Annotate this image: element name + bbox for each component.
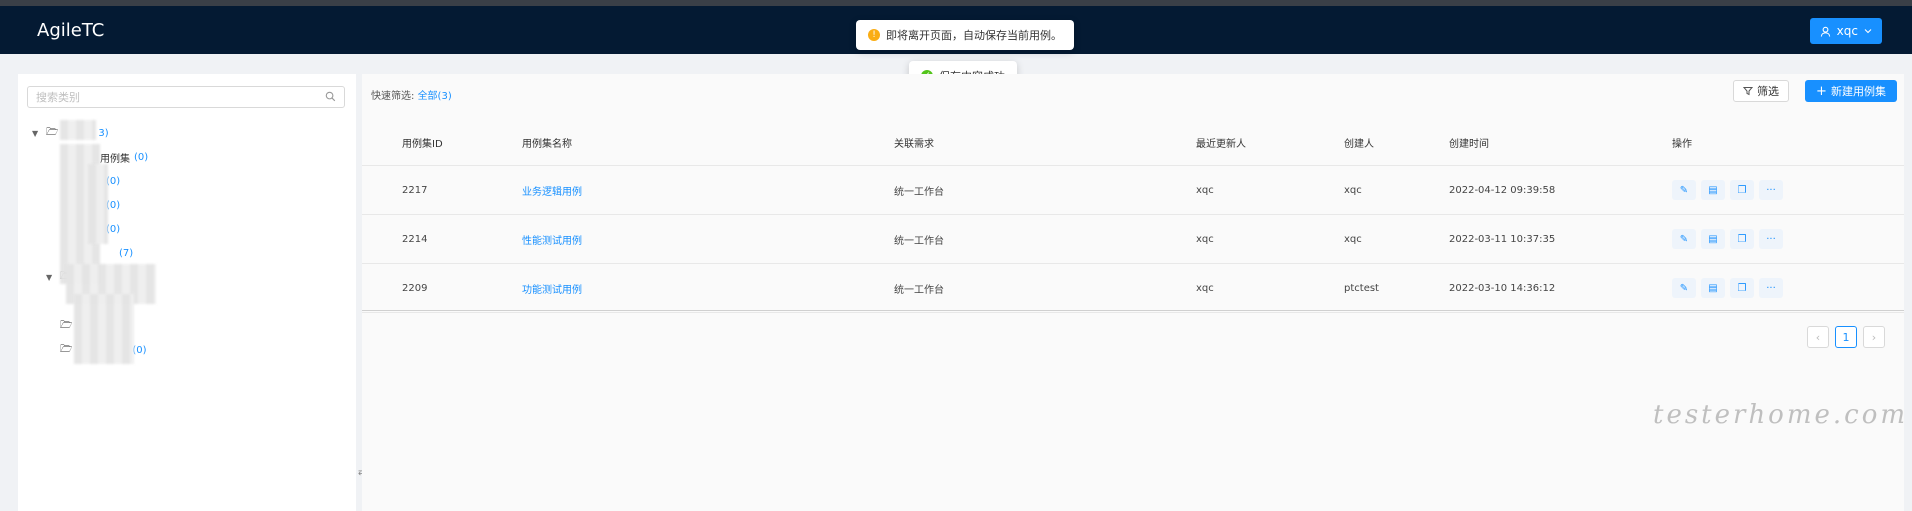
folder-icon: 🗁 — [46, 126, 59, 138]
category-tree: ▼ 🗁 3) 用例集 (0) (0) (0) (0) (7) ▼ 🗁 🗁 � — [18, 74, 356, 511]
cell-created: 2022-04-12 09:39:58 — [1449, 184, 1556, 196]
app-logo[interactable]: AgileTC — [37, 20, 104, 41]
cell-creator: xqc — [1344, 233, 1362, 245]
table-row: 2217 业务逻辑用例 统一工作台 xqc xqc 2022-04-12 09:… — [362, 166, 1904, 215]
column-header-name: 用例集名称 — [522, 139, 572, 150]
next-page-button[interactable]: › — [1863, 326, 1885, 348]
new-case-set-button[interactable]: + 新建用例集 — [1805, 80, 1897, 102]
folder-icon: 🗁 — [60, 343, 73, 355]
document-icon[interactable]: ▤ — [1701, 180, 1725, 200]
row-actions: ✎ ▤ ❐ ··· — [1672, 215, 1783, 263]
edit-icon[interactable]: ✎ — [1672, 229, 1696, 249]
prev-page-button[interactable]: ‹ — [1807, 326, 1829, 348]
chevron-down-icon — [1864, 29, 1872, 34]
cell-id: 2214 — [402, 233, 428, 245]
tree-node-1[interactable]: 用例集 (0) — [100, 149, 148, 165]
column-header-creator: 创建人 — [1344, 139, 1374, 150]
cell-created: 2022-03-10 14:36:12 — [1449, 282, 1556, 294]
tree-node-folder-a[interactable]: 🗁 — [60, 318, 72, 334]
user-name: xqc — [1836, 24, 1858, 38]
tree-node-3[interactable]: (0) — [106, 197, 120, 213]
column-header-actions: 操作 — [1672, 139, 1692, 150]
cell-creator: ptctest — [1344, 282, 1379, 294]
page-1-button[interactable]: 1 — [1835, 326, 1857, 348]
row-actions: ✎ ▤ ❐ ··· — [1672, 166, 1783, 214]
column-header-id: 用例集ID — [402, 139, 443, 150]
table-row: 2214 性能测试用例 统一工作台 xqc xqc 2022-03-11 10:… — [362, 215, 1904, 264]
more-icon[interactable]: ··· — [1759, 229, 1783, 249]
edit-icon[interactable]: ✎ — [1672, 278, 1696, 298]
tree-node-4[interactable]: (0) — [106, 221, 120, 237]
document-icon[interactable]: ▤ — [1701, 229, 1725, 249]
warning-toast-text: 即将离开页面，自动保存当前用例。 — [886, 29, 1062, 42]
caret-down-icon[interactable]: ▼ — [46, 273, 56, 282]
warning-icon: ! — [868, 29, 880, 41]
plus-icon: + — [1816, 83, 1827, 99]
redacted-block — [60, 120, 96, 140]
filter-button[interactable]: 筛选 — [1733, 80, 1789, 102]
quick-filter-all[interactable]: 全部(3) — [418, 91, 452, 102]
column-header-created: 创建时间 — [1449, 139, 1489, 150]
cell-id: 2209 — [402, 282, 428, 294]
tree-node-5[interactable]: (7) — [119, 245, 133, 261]
cell-updater: xqc — [1196, 184, 1214, 196]
row-actions: ✎ ▤ ❐ ··· — [1672, 264, 1783, 312]
warning-toast: ! 即将离开页面，自动保存当前用例。 — [856, 20, 1074, 50]
category-sidebar: ▼ 🗁 3) 用例集 (0) (0) (0) (0) (7) ▼ 🗁 🗁 � — [18, 74, 356, 511]
filter-icon — [1743, 87, 1753, 96]
cell-created: 2022-03-11 10:37:35 — [1449, 233, 1556, 245]
folder-icon: 🗁 — [60, 319, 73, 331]
tree-node-2[interactable]: (0) — [106, 173, 120, 189]
table-row: 2209 功能测试用例 统一工作台 xqc ptctest 2022-03-10… — [362, 264, 1904, 313]
case-set-name-link[interactable]: 功能测试用例 — [522, 264, 582, 312]
edit-icon[interactable]: ✎ — [1672, 180, 1696, 200]
watermark: testerhome.com — [1653, 400, 1909, 430]
table-header: 用例集ID 用例集名称 关联需求 最近更新人 创建人 创建时间 操作 — [362, 120, 1904, 166]
redacted-block — [88, 164, 108, 244]
more-icon[interactable]: ··· — [1759, 180, 1783, 200]
column-header-requirement: 关联需求 — [894, 139, 934, 150]
copy-icon[interactable]: ❐ — [1730, 180, 1754, 200]
document-icon[interactable]: ▤ — [1701, 278, 1725, 298]
copy-icon[interactable]: ❐ — [1730, 278, 1754, 298]
cell-id: 2217 — [402, 184, 428, 196]
quick-filter: 快速筛选: 全部(3) — [371, 91, 452, 102]
case-list-panel: 快速筛选: 全部(3) 筛选 + 新建用例集 用例集ID 用例集名称 关联需求 … — [362, 74, 1904, 511]
caret-down-icon[interactable]: ▼ — [32, 129, 42, 138]
column-header-updater: 最近更新人 — [1196, 139, 1246, 150]
cell-requirement: 统一工作台 — [894, 235, 944, 247]
user-icon — [1820, 26, 1830, 37]
cell-updater: xqc — [1196, 282, 1214, 294]
case-set-name-link[interactable]: 业务逻辑用例 — [522, 166, 582, 214]
user-menu-button[interactable]: xqc — [1809, 18, 1882, 44]
redacted-block — [74, 294, 134, 364]
cell-requirement: 统一工作台 — [894, 284, 944, 296]
more-icon[interactable]: ··· — [1759, 278, 1783, 298]
copy-icon[interactable]: ❐ — [1730, 229, 1754, 249]
cell-updater: xqc — [1196, 233, 1214, 245]
case-set-name-link[interactable]: 性能测试用例 — [522, 215, 582, 263]
table-divider — [362, 310, 1904, 311]
cell-creator: xqc — [1344, 184, 1362, 196]
cell-requirement: 统一工作台 — [894, 186, 944, 198]
pagination: ‹ 1 › — [1807, 326, 1885, 348]
